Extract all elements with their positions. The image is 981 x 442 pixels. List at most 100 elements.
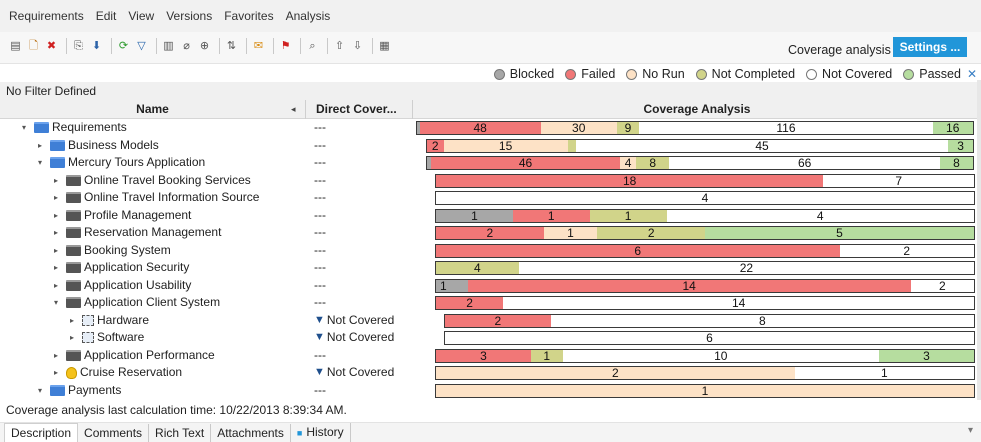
paste-icon[interactable]: ⬇: [89, 38, 104, 54]
tab-comments[interactable]: Comments: [78, 423, 150, 442]
menu-versions[interactable]: Versions: [166, 9, 212, 23]
coverage-bar[interactable]: 2 14: [435, 296, 975, 310]
filter-icon[interactable]: ▽: [134, 38, 149, 54]
refresh-icon[interactable]: ⟳: [116, 38, 131, 54]
tree-node[interactable]: ▸ Reservation Management: [50, 224, 221, 242]
column-collapse-arrow-icon[interactable]: ◂: [291, 100, 296, 119]
sort-icon[interactable]: ⇅: [224, 38, 239, 54]
tab-attachments[interactable]: Attachments: [211, 423, 291, 442]
tree-row[interactable]: ▸ Application Usability --- 1 14 2: [0, 277, 981, 295]
tree-row[interactable]: ▸ Hardware ▼ Not Covered 2 8: [0, 312, 981, 330]
new-folder-icon[interactable]: ▤: [8, 38, 23, 54]
collapse-arrow-icon[interactable]: ▾: [34, 154, 46, 172]
tree-node[interactable]: ▾ Payments: [34, 382, 121, 400]
tree-node[interactable]: ▸ Booking System: [50, 242, 171, 260]
coverage-bar[interactable]: 62: [435, 243, 975, 258]
coverage-bar[interactable]: 2125: [435, 226, 975, 240]
tree-row[interactable]: ▸ Reservation Management --- 2 1 2 5: [0, 224, 981, 242]
flag-icon[interactable]: ⚑: [278, 38, 293, 54]
tree-node[interactable]: ▸ Application Usability: [50, 277, 191, 295]
tree-row[interactable]: ▾ Mercury Tours Application --- 46 4 8 66 8: [0, 154, 981, 172]
new-requirement-icon[interactable]: 🗋: [26, 38, 41, 54]
expand-arrow-icon[interactable]: ▸: [50, 277, 62, 295]
expand-arrow-icon[interactable]: ▸: [50, 207, 62, 225]
copy-icon[interactable]: ⎘: [71, 38, 86, 54]
tree-node[interactable]: ▾ Requirements: [18, 119, 127, 137]
move-up-icon[interactable]: ⇧: [332, 38, 347, 54]
tree-row[interactable]: ▸ Cruise Reservation ▼ Not Covered 2 1: [0, 364, 981, 382]
tree-row[interactable]: ▾ Payments --- 1: [0, 382, 981, 400]
tree-node[interactable]: ▾ Mercury Tours Application: [34, 154, 205, 172]
coverage-bar[interactable]: 1114: [435, 208, 975, 223]
expand-arrow-icon[interactable]: ▸: [50, 242, 62, 260]
tree-row[interactable]: ▾ Application Client System --- 2 14: [0, 294, 981, 312]
attachment-icon[interactable]: ⌀: [179, 38, 194, 54]
coverage-bar[interactable]: 48 30 9 116 16: [416, 121, 974, 135]
settings-button[interactable]: Settings ...: [893, 37, 967, 57]
tab-description[interactable]: Description: [4, 423, 79, 442]
tree-node[interactable]: ▸ Application Performance: [50, 347, 215, 365]
coverage-bar[interactable]: 1 14 2: [435, 278, 975, 293]
expand-arrow-icon[interactable]: ▸: [50, 224, 62, 242]
tree-node[interactable]: ▸ Business Models: [34, 137, 159, 155]
menu-edit[interactable]: Edit: [96, 9, 117, 23]
coverage-bar[interactable]: 18 7: [435, 173, 975, 188]
tree-row[interactable]: ▸ Software ▼ Not Covered 6: [0, 329, 981, 347]
delete-icon[interactable]: ✖: [44, 38, 59, 54]
columns-icon[interactable]: ▥: [161, 38, 176, 54]
tree-row[interactable]: ▸ Business Models --- 2 15 45 3: [0, 137, 981, 155]
mail-icon[interactable]: ✉: [251, 38, 266, 54]
coverage-bar[interactable]: 4: [435, 191, 975, 205]
expand-arrow-icon[interactable]: ▸: [34, 137, 46, 155]
tab-rich-text[interactable]: Rich Text: [149, 423, 212, 442]
tree-row[interactable]: ▸ Profile Management --- 1 1 1 4: [0, 207, 981, 225]
coverage-bar[interactable]: 4 22: [435, 261, 975, 275]
expand-panel-icon[interactable]: ▾: [968, 425, 973, 436]
tree-node[interactable]: ▸ Profile Management: [50, 207, 191, 225]
tree-node[interactable]: ▸ Cruise Reservation: [50, 364, 182, 382]
report-icon[interactable]: ▦: [377, 38, 392, 54]
expand-arrow-icon[interactable]: ▸: [50, 172, 62, 190]
tree-node[interactable]: ▸ Software: [66, 329, 144, 347]
find-icon[interactable]: ⌕: [305, 38, 320, 54]
tree-node[interactable]: ▸ Hardware: [66, 312, 149, 330]
tree-row[interactable]: ▸ Online Travel Information Source --- 4: [0, 189, 981, 207]
close-legend-icon[interactable]: ✕: [967, 67, 977, 81]
tree-node[interactable]: ▸ Online Travel Information Source: [50, 189, 259, 207]
collapse-arrow-icon[interactable]: ▾: [50, 294, 62, 312]
vertical-scrollbar[interactable]: [977, 80, 981, 400]
collapse-arrow-icon[interactable]: ▾: [18, 119, 30, 137]
column-header-coverage-analysis[interactable]: Coverage Analysis: [413, 100, 981, 119]
tree-row[interactable]: ▾ Requirements --- 48 30 9 116 16: [0, 119, 981, 137]
tree-row[interactable]: ▸ Online Travel Booking Services --- 18 7: [0, 172, 981, 190]
tree-node[interactable]: ▾ Application Client System: [50, 294, 220, 312]
tab-history[interactable]: ■ History: [291, 423, 351, 442]
tree-row[interactable]: ▸ Application Security --- 4 22: [0, 259, 981, 277]
coverage-bar[interactable]: 6: [444, 331, 975, 345]
expand-arrow-icon[interactable]: ▸: [50, 347, 62, 365]
tree-node[interactable]: ▸ Application Security: [50, 259, 189, 277]
coverage-bar[interactable]: 3 1 10 3: [435, 348, 975, 363]
column-header-direct-cover[interactable]: Direct Cover...: [306, 100, 413, 119]
menu-view[interactable]: View: [128, 9, 154, 23]
expand-arrow-icon[interactable]: ▸: [50, 259, 62, 277]
menu-requirements[interactable]: Requirements: [9, 9, 84, 23]
expand-arrow-icon[interactable]: ▸: [66, 329, 78, 347]
coverage-bar[interactable]: 21: [435, 366, 975, 380]
coverage-bar[interactable]: 46 4 8 66 8: [426, 156, 974, 170]
coverage-bar[interactable]: 28: [444, 313, 975, 328]
zoom-icon[interactable]: ⊕: [197, 38, 212, 54]
tree-row[interactable]: ▸ Application Performance --- 3 1 10 3: [0, 347, 981, 365]
menu-favorites[interactable]: Favorites: [224, 9, 273, 23]
tree-row[interactable]: ▸ Booking System --- 6 2: [0, 242, 981, 260]
coverage-bar[interactable]: 1: [435, 383, 975, 398]
coverage-bar[interactable]: 2 15 45 3: [426, 138, 974, 153]
move-down-icon[interactable]: ⇩: [350, 38, 365, 54]
tree-node[interactable]: ▸ Online Travel Booking Services: [50, 172, 251, 190]
menu-analysis[interactable]: Analysis: [286, 9, 331, 23]
column-header-name[interactable]: Name: [0, 100, 306, 119]
expand-arrow-icon[interactable]: ▸: [50, 364, 62, 382]
collapse-arrow-icon[interactable]: ▾: [34, 382, 46, 400]
expand-arrow-icon[interactable]: ▸: [66, 312, 78, 330]
expand-arrow-icon[interactable]: ▸: [50, 189, 62, 207]
